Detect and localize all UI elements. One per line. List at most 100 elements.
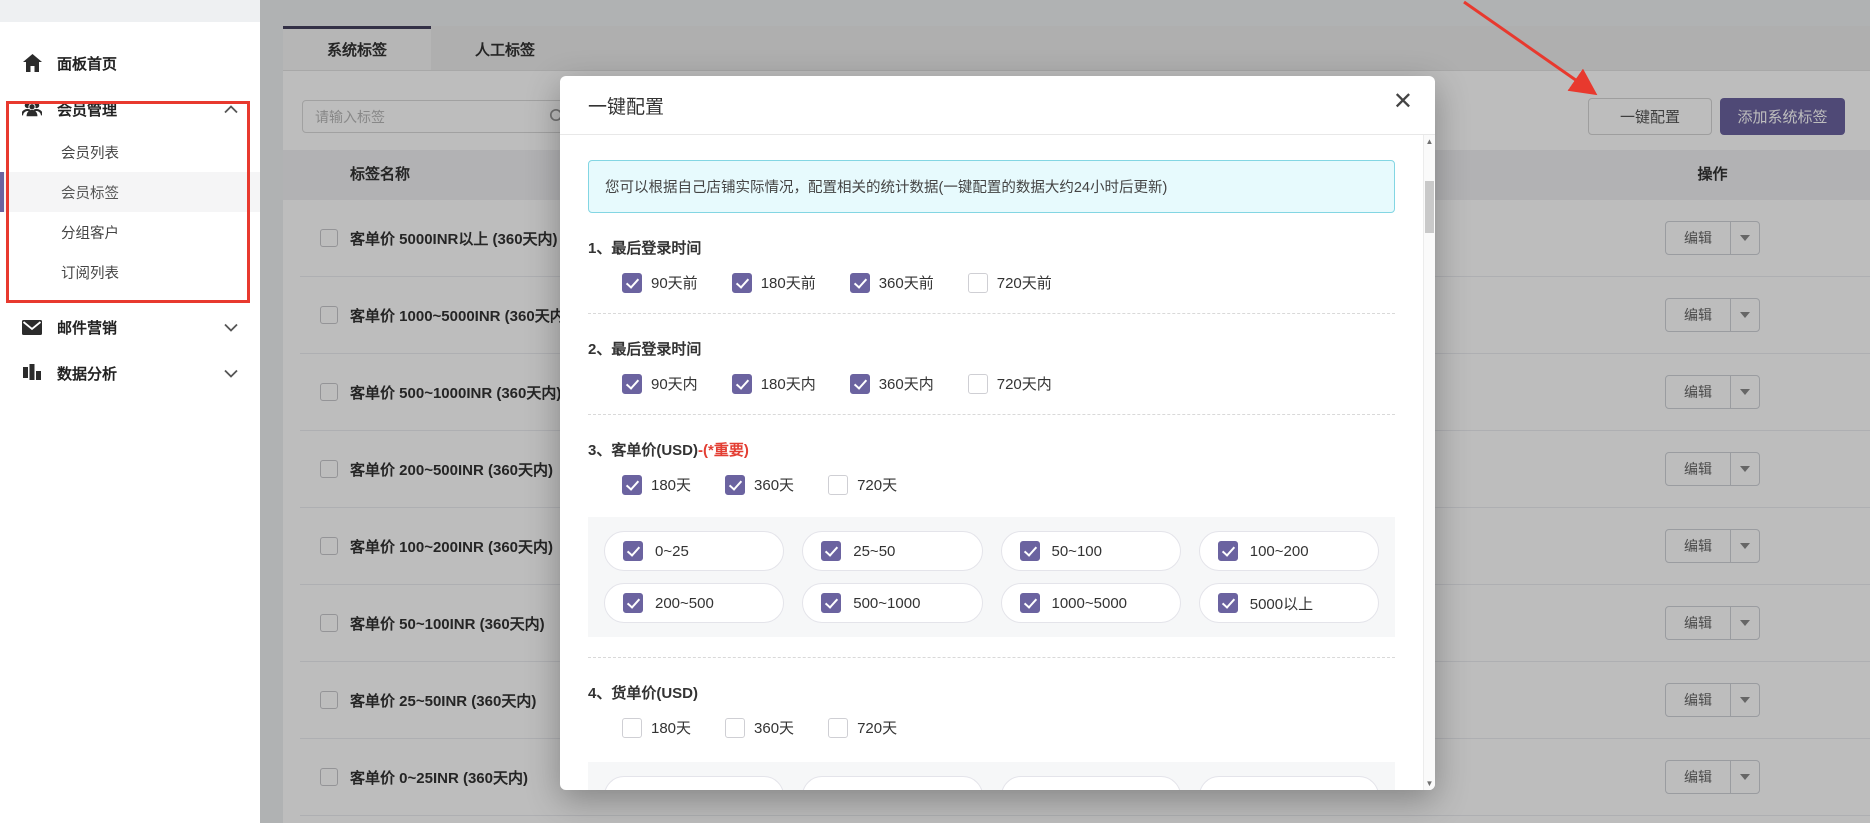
checkbox-checked-icon[interactable] <box>732 273 752 293</box>
checkbox-checked-icon[interactable] <box>622 374 642 394</box>
pill-cutoff[interactable] <box>1199 776 1379 790</box>
sidebar-item-group-customers[interactable]: 分组客户 <box>0 212 260 252</box>
checkbox-checked-icon[interactable] <box>732 374 752 394</box>
sidebar-item-member-list[interactable]: 会员列表 <box>0 132 260 172</box>
checkbox-label: 720天内 <box>997 373 1052 394</box>
checkbox-option[interactable]: 25~50 <box>802 531 982 571</box>
section-title: 3、客单价(USD)-(*重要) <box>588 439 1395 460</box>
range-pill-panel-cutoff <box>588 762 1395 790</box>
sidebar-item-label: 邮件营销 <box>57 317 117 338</box>
checkbox-checked-icon[interactable] <box>821 541 841 561</box>
section-number: 3、 <box>588 442 611 459</box>
modal-scrollbar: ▲ ▼ <box>1423 135 1435 790</box>
pill-cutoff[interactable] <box>1001 776 1181 790</box>
checkbox-unchecked-icon[interactable] <box>828 718 848 738</box>
section-options: 180天 360天 720天 <box>588 717 1395 738</box>
checkbox-checked-icon[interactable] <box>622 273 642 293</box>
section-options: 90天前 180天前 360天前 720天前 <box>588 272 1395 293</box>
checkbox-option[interactable]: 50~100 <box>1001 531 1181 571</box>
checkbox-option[interactable]: 360天前 <box>850 272 934 293</box>
sidebar-item-email-marketing[interactable]: 邮件营销 <box>0 304 260 350</box>
sidebar-item-subscription-list[interactable]: 订阅列表 <box>0 252 260 292</box>
checkbox-label: 1000~5000 <box>1052 595 1128 612</box>
modal-header: 一键配置 ✕ <box>560 76 1435 135</box>
sidebar-item-data-analytics[interactable]: 数据分析 <box>0 350 260 396</box>
checkbox-option[interactable]: 720天 <box>828 474 897 495</box>
section-title-text: 客单价(USD) <box>611 442 698 459</box>
checkbox-option[interactable]: 720天内 <box>968 373 1052 394</box>
checkbox-checked-icon[interactable] <box>1020 541 1040 561</box>
section-options: 180天 360天 720天 <box>588 474 1395 495</box>
checkbox-option[interactable]: 180天 <box>622 474 691 495</box>
checkbox-checked-icon[interactable] <box>622 475 642 495</box>
checkbox-option[interactable]: 720天 <box>828 717 897 738</box>
checkbox-option[interactable]: 100~200 <box>1199 531 1379 571</box>
section-title: 2、最后登录时间 <box>588 338 1395 359</box>
modal-body: 您可以根据自己店铺实际情况，配置相关的统计数据(一键配置的数据大约24小时后更新… <box>560 135 1423 790</box>
checkbox-checked-icon[interactable] <box>623 593 643 613</box>
dashed-divider <box>588 657 1395 658</box>
checkbox-option[interactable]: 180天 <box>622 717 691 738</box>
section-options: 90天内 180天内 360天内 720天内 <box>588 373 1395 394</box>
section-title-text: 最后登录时间 <box>611 341 701 358</box>
checkbox-checked-icon[interactable] <box>725 475 745 495</box>
checkbox-checked-icon[interactable] <box>1218 593 1238 613</box>
sidebar-item-member-tags[interactable]: 会员标签 <box>0 172 260 212</box>
sidebar-item-members[interactable]: 会员管理 <box>0 86 260 132</box>
checkbox-option[interactable]: 200~500 <box>604 583 784 623</box>
checkbox-label: 180天前 <box>761 272 816 293</box>
checkbox-label: 0~25 <box>655 543 689 560</box>
scroll-down-icon[interactable]: ▼ <box>1424 779 1435 788</box>
checkbox-option[interactable]: 90天内 <box>622 373 698 394</box>
checkbox-unchecked-icon[interactable] <box>622 718 642 738</box>
pill-grid: 0~25 25~50 50~100 100~200 200~500 500~1000 100… <box>604 531 1379 623</box>
checkbox-unchecked-icon[interactable] <box>828 475 848 495</box>
checkbox-option[interactable]: 180天内 <box>732 373 816 394</box>
section-title: 4、货单价(USD) <box>588 682 1395 703</box>
checkbox-label: 200~500 <box>655 595 714 612</box>
checkbox-label: 360天 <box>754 474 794 495</box>
sidebar: 面板首页 会员管理 会员列表 会员标签 分组客户 订阅列表 <box>0 22 260 823</box>
pill-cutoff[interactable] <box>604 776 784 790</box>
checkbox-label: 360天 <box>754 717 794 738</box>
checkbox-option[interactable]: 180天前 <box>732 272 816 293</box>
checkbox-checked-icon[interactable] <box>1218 541 1238 561</box>
checkbox-option[interactable]: 90天前 <box>622 272 698 293</box>
close-icon[interactable]: ✕ <box>1393 90 1413 114</box>
checkbox-unchecked-icon[interactable] <box>968 273 988 293</box>
checkbox-unchecked-icon[interactable] <box>725 718 745 738</box>
checkbox-option[interactable]: 360天内 <box>850 373 934 394</box>
section-title-text: 最后登录时间 <box>611 240 701 257</box>
checkbox-label: 360天前 <box>879 272 934 293</box>
dashed-divider <box>588 414 1395 415</box>
checkbox-checked-icon[interactable] <box>1020 593 1040 613</box>
checkbox-label: 360天内 <box>879 373 934 394</box>
scroll-up-icon[interactable]: ▲ <box>1424 137 1435 146</box>
members-icon <box>22 99 42 119</box>
section-number: 2、 <box>588 341 611 358</box>
analytics-icon <box>22 363 42 383</box>
checkbox-option[interactable]: 720天前 <box>968 272 1052 293</box>
checkbox-option[interactable]: 500~1000 <box>802 583 982 623</box>
checkbox-checked-icon[interactable] <box>623 541 643 561</box>
section-important-suffix: -(*重要) <box>698 442 749 459</box>
pill-cutoff[interactable] <box>802 776 982 790</box>
checkbox-label: 180天 <box>651 717 691 738</box>
sidebar-item-label: 会员管理 <box>57 99 117 120</box>
section-title-text: 货单价(USD) <box>611 685 698 702</box>
mail-icon <box>22 317 42 337</box>
checkbox-checked-icon[interactable] <box>850 374 870 394</box>
checkbox-checked-icon[interactable] <box>850 273 870 293</box>
modal-notice: 您可以根据自己店铺实际情况，配置相关的统计数据(一键配置的数据大约24小时后更新… <box>588 160 1395 213</box>
checkbox-checked-icon[interactable] <box>821 593 841 613</box>
checkbox-label: 90天前 <box>651 272 698 293</box>
scrollbar-thumb[interactable] <box>1425 181 1434 233</box>
sidebar-item-dashboard[interactable]: 面板首页 <box>0 40 260 86</box>
checkbox-option[interactable]: 360天 <box>725 717 794 738</box>
checkbox-option[interactable]: 5000以上 <box>1199 583 1379 623</box>
modal-title: 一键配置 <box>588 92 664 119</box>
checkbox-option[interactable]: 360天 <box>725 474 794 495</box>
checkbox-option[interactable]: 1000~5000 <box>1001 583 1181 623</box>
checkbox-option[interactable]: 0~25 <box>604 531 784 571</box>
checkbox-unchecked-icon[interactable] <box>968 374 988 394</box>
